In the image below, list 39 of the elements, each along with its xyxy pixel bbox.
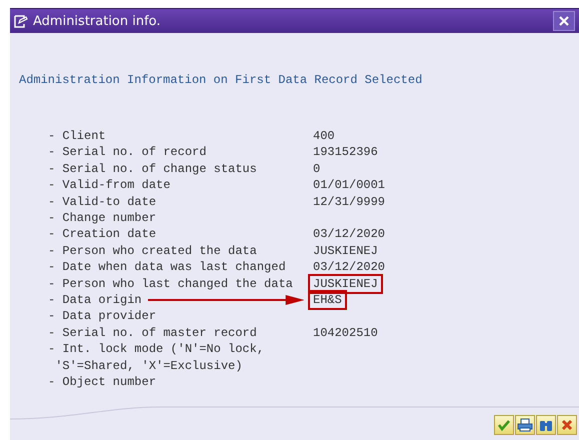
cancel-button[interactable] [557,415,577,435]
close-button[interactable] [553,11,575,31]
field-label: - Serial no. of master record [48,324,257,342]
field-value: 400 [312,128,336,145]
field-label: - Creation date [48,226,156,243]
field-label: - Person who created the data [48,242,257,260]
field-label: - Client [48,128,106,144]
cancel-icon [561,419,573,431]
section-heading: Administration Information on First Data Record Selected [19,73,424,87]
field-value: JUSKIENEJ [312,242,379,260]
confirm-button[interactable] [494,415,514,435]
field-label: - Valid-to date [48,194,156,210]
print-button[interactable] [515,415,535,435]
field-label: - Data origin [48,292,142,308]
field-value: 03/12/2020 [312,226,386,244]
field-label: - Object number [48,374,156,390]
field-value: 193152396 [312,144,379,162]
field-value: 03/12/2020 [312,259,386,276]
field-label: - Data provider [48,308,156,325]
binoculars-icon [539,418,553,432]
window-icon [14,14,28,28]
close-icon [558,15,570,27]
field-value: 01/01/0001 [312,177,386,194]
field-value: JUSKIENEJ [308,274,383,294]
field-label: - Person who last changed the data [48,276,293,292]
field-label: - Serial no. of record [48,144,206,161]
field-value: EH&S [308,290,347,310]
printer-icon [517,418,533,432]
find-button[interactable] [536,415,556,435]
checkmark-icon [497,418,511,432]
field-label: - Change number [48,210,156,226]
field-value: 104202510 [312,324,379,342]
field-label: - Date when data was last changed [48,259,286,276]
field-value: 12/31/9999 [312,194,386,211]
field-label: - Serial no. of change status [48,160,257,178]
field-value: 0 [312,160,322,178]
window-title: Administration info. [33,14,161,28]
field-label: - Int. lock mode ('N'=No lock, 'S'=Shared, 'X'=Exclusive) [48,341,264,374]
field-label: - Valid-from date [48,177,170,194]
